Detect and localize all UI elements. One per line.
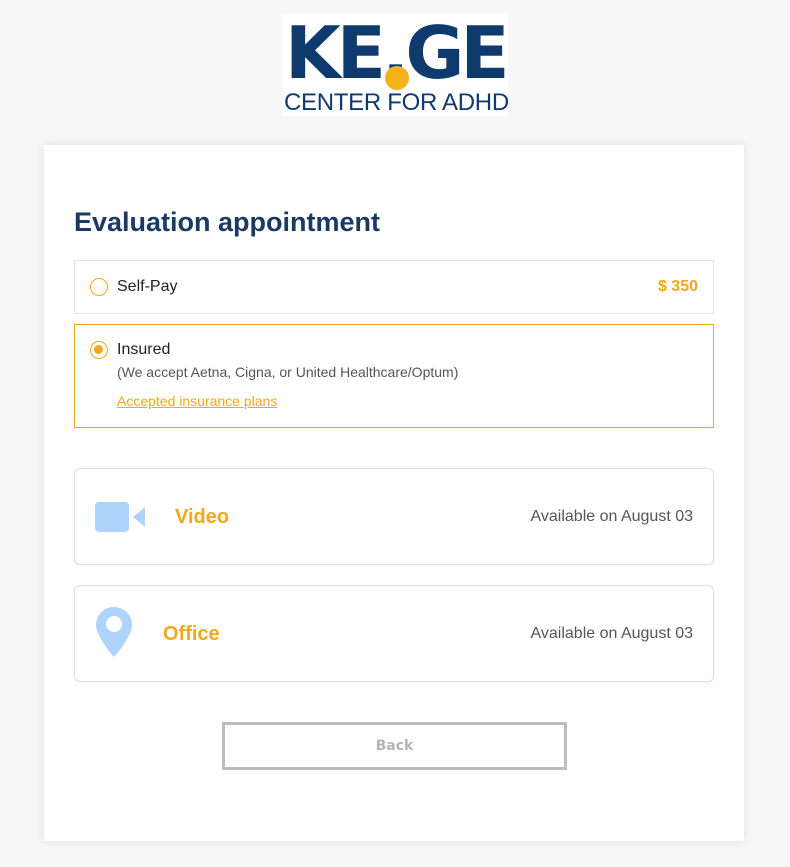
self-pay-option[interactable]: Self-Pay $ 350	[74, 260, 714, 314]
insured-option[interactable]: Insured (We accept Aetna, Cigna, or Unit…	[74, 324, 714, 428]
location-pin-icon	[96, 607, 132, 657]
office-availability: Available on August 03	[530, 625, 694, 642]
kege-logo: KE.GE CENTER FOR ADHD	[282, 14, 510, 116]
office-location-option[interactable]: Office Available on August 03	[74, 585, 714, 682]
self-pay-price: $ 350	[657, 278, 698, 295]
video-availability: Available on August 03	[530, 508, 694, 525]
insured-label: Insured	[117, 341, 171, 358]
page-title: Evaluation appointment	[74, 207, 381, 237]
appointment-card: Evaluation appointment Self-Pay $ 350 In…	[44, 145, 744, 841]
self-pay-radio[interactable]	[90, 278, 108, 296]
logo-subtitle: CENTER FOR ADHD	[284, 89, 509, 116]
insurance-note: (We accept Aetna, Cigna, or United Healt…	[117, 364, 459, 380]
logo-dot	[385, 66, 409, 90]
radio-selected-dot	[94, 345, 103, 354]
self-pay-label: Self-Pay	[117, 278, 178, 295]
accepted-insurance-plans-link[interactable]: Accepted insurance plans	[117, 392, 277, 410]
office-label: Office	[163, 623, 220, 645]
video-camera-icon	[95, 502, 145, 532]
back-button[interactable]: Back	[222, 722, 567, 770]
insured-radio[interactable]	[90, 341, 108, 359]
video-location-option[interactable]: Video Available on August 03	[74, 468, 714, 565]
video-label: Video	[175, 506, 230, 528]
